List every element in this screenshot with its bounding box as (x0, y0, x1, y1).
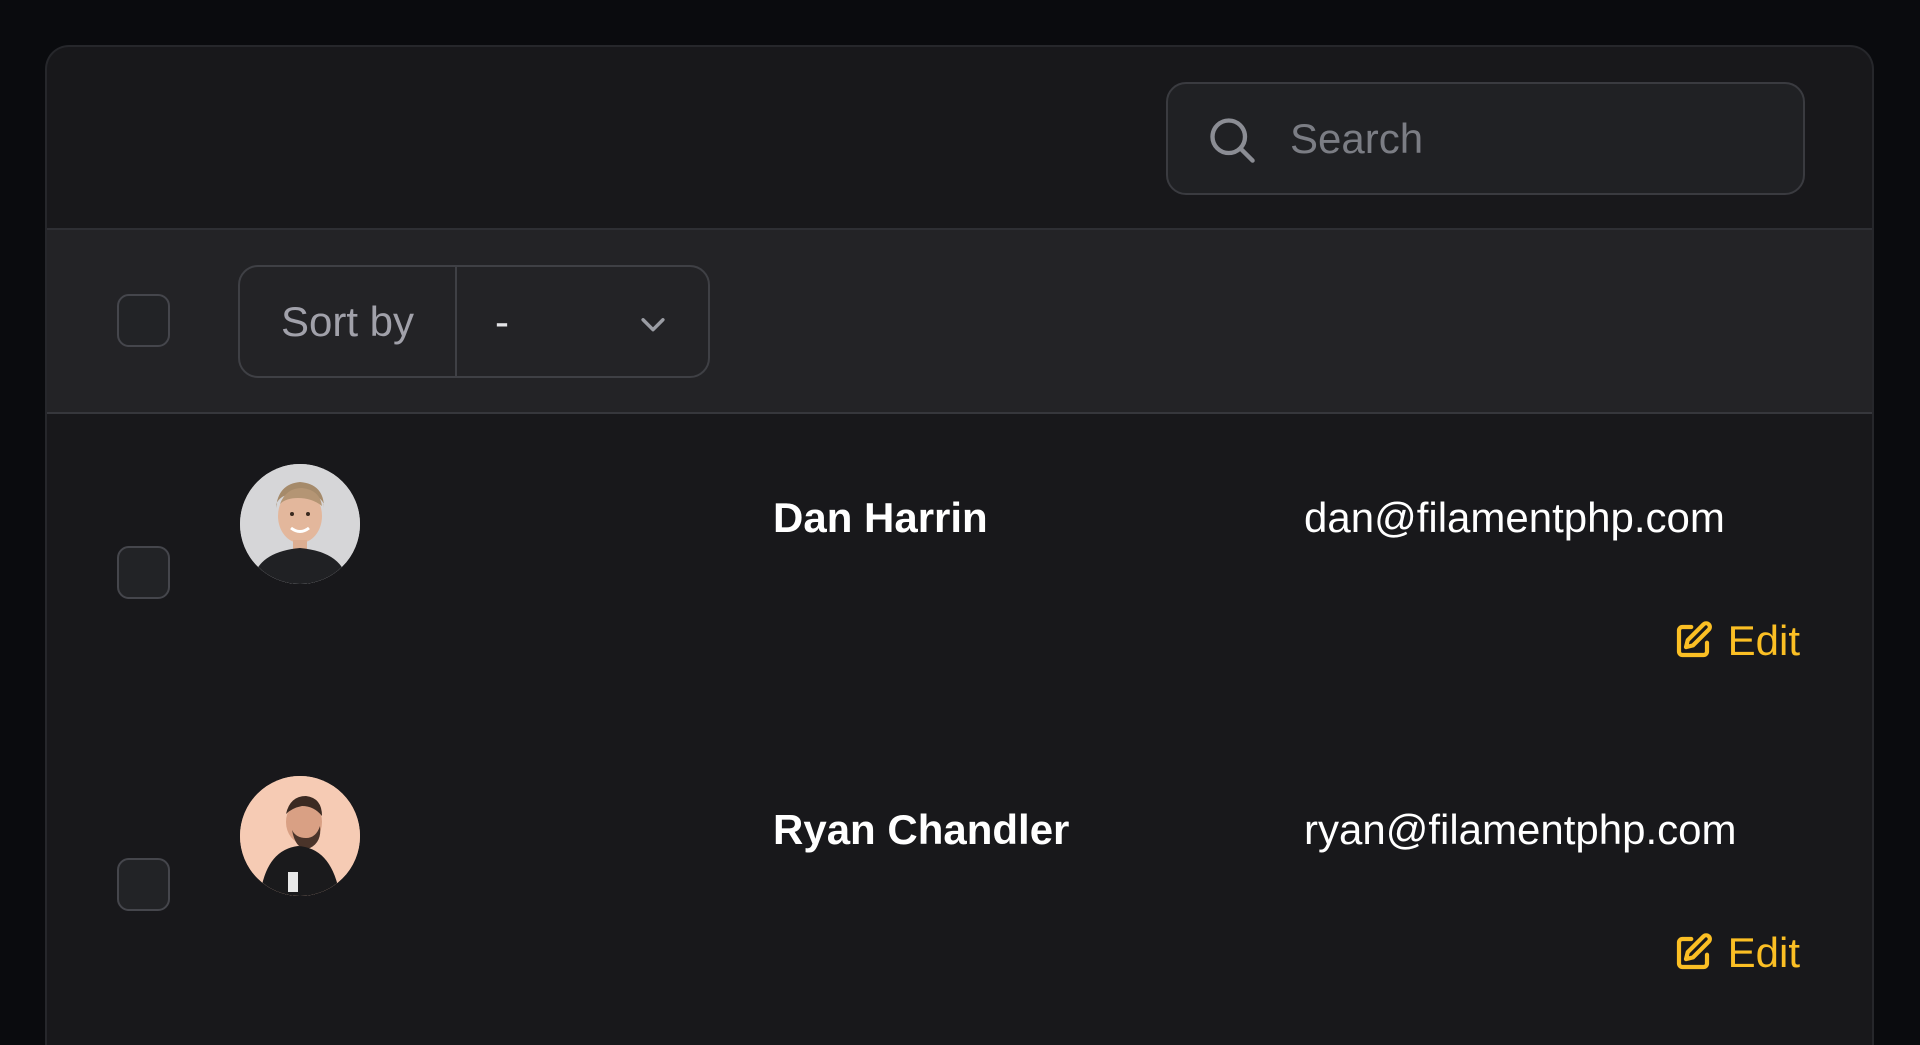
search-box[interactable] (1166, 82, 1805, 195)
table-header (47, 47, 1872, 230)
edit-icon (1676, 933, 1712, 970)
user-name: Ryan Chandler (773, 806, 1070, 853)
avatar (240, 776, 360, 896)
sort-by-label: Sort by (240, 267, 457, 376)
avatar-photo (240, 776, 360, 896)
avatar-photo (240, 464, 360, 584)
table-toolbar: Sort by - (47, 230, 1872, 414)
row-checkbox[interactable] (117, 858, 170, 911)
edit-label: Edit (1727, 617, 1800, 664)
user-email: ryan@filamentphp.com (1304, 806, 1737, 853)
table-row[interactable]: Ryan Chandler ryan@filamentphp.com Edit (47, 726, 1872, 1038)
row-checkbox[interactable] (117, 546, 170, 599)
select-all-checkbox[interactable] (117, 294, 170, 347)
search-icon (1210, 118, 1255, 163)
table-card: Sort by - Dan Harrin (45, 45, 1874, 1045)
edit-label: Edit (1727, 929, 1800, 976)
edit-button[interactable]: Edit (1672, 617, 1800, 665)
table-row[interactable]: Dan Harrin dan@filamentphp.com Edit (47, 414, 1872, 726)
avatar (240, 464, 360, 584)
sort-select[interactable]: - (457, 267, 708, 376)
user-name: Dan Harrin (773, 494, 988, 541)
edit-icon (1676, 621, 1712, 658)
user-email: dan@filamentphp.com (1304, 494, 1725, 541)
sort-control[interactable]: Sort by - (238, 265, 710, 378)
edit-button[interactable]: Edit (1672, 929, 1800, 977)
sort-select-value: - (495, 297, 509, 345)
chevron-down-icon (641, 318, 665, 332)
search-input[interactable] (1288, 84, 1788, 193)
